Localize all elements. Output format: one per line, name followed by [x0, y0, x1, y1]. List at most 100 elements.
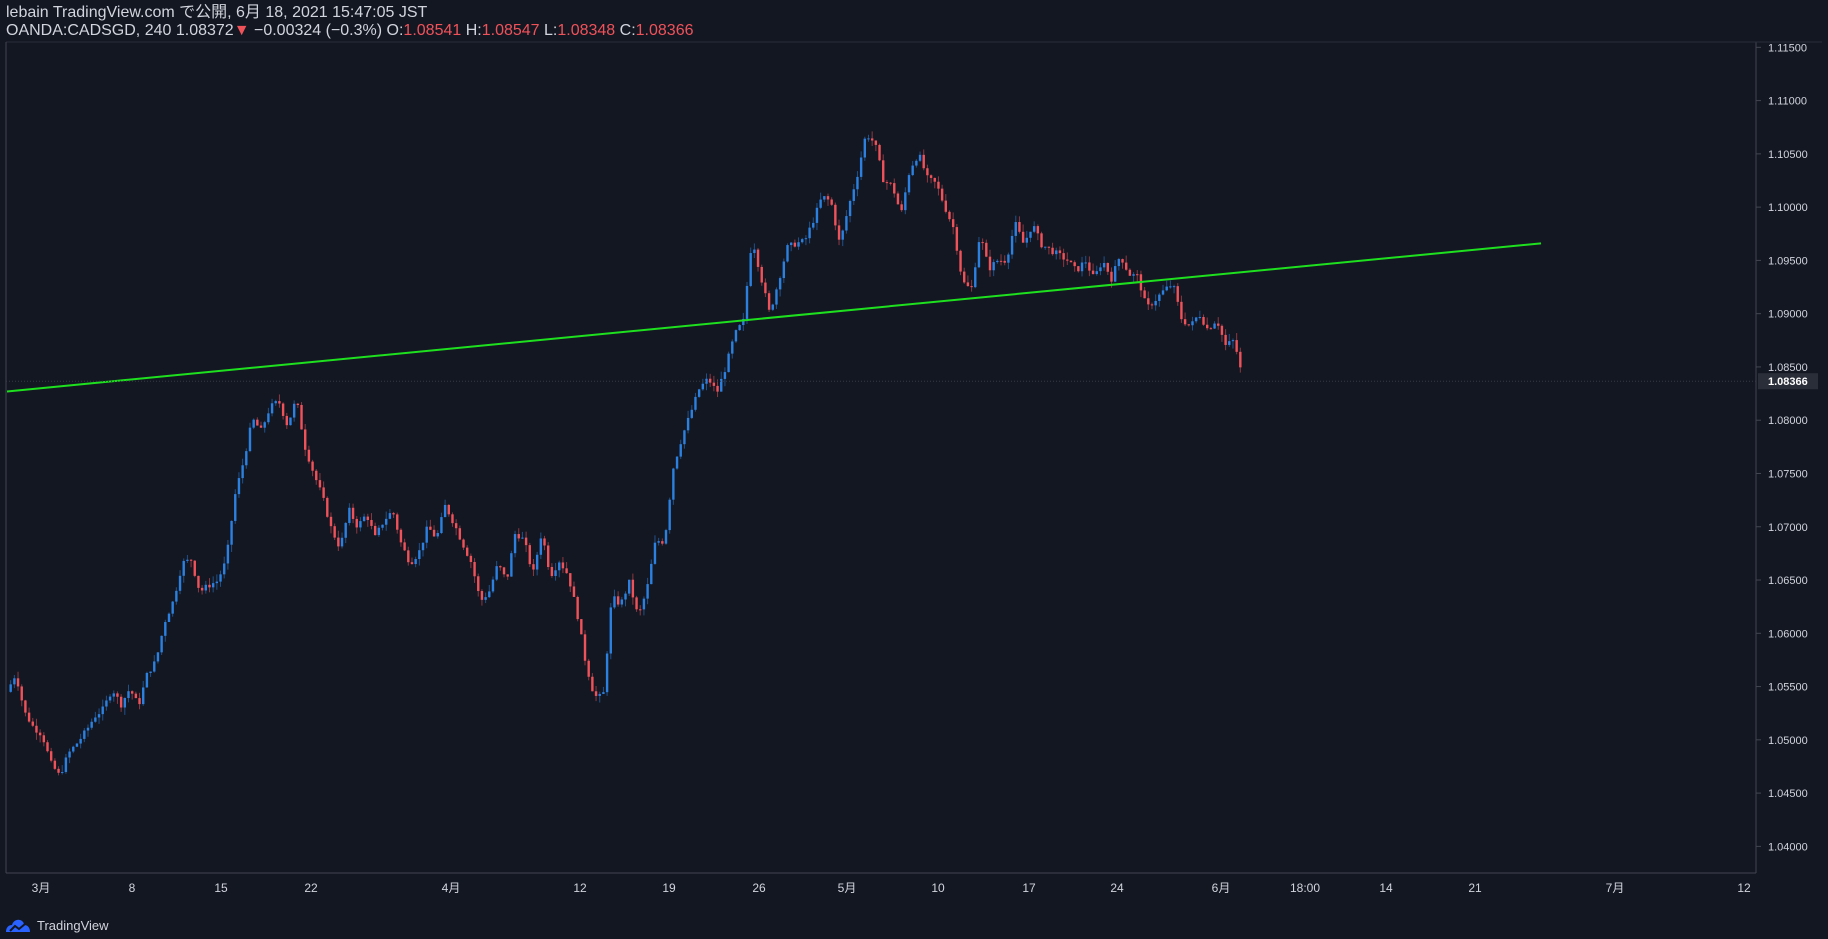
candle-body	[1062, 253, 1065, 260]
candle-body	[134, 693, 138, 699]
price-chart[interactable]: 1.08366 1.11500 1.11000 1.10500 1.10000 1.09…	[0, 0, 1828, 939]
candle-body	[329, 516, 333, 527]
candle-body	[86, 727, 90, 731]
time-tick-label: 21	[1468, 881, 1482, 895]
candle-body	[1055, 250, 1058, 255]
candle-body	[20, 686, 23, 701]
candle-body	[819, 199, 822, 208]
candle-body	[786, 245, 789, 262]
down-arrow-icon: ▼	[233, 22, 250, 39]
candle-body	[462, 539, 465, 548]
candle-body	[219, 574, 222, 582]
candle-body	[576, 596, 579, 620]
close-value: 1.08366	[635, 22, 694, 39]
brand-label: TradingView	[37, 918, 109, 933]
candle-body	[646, 584, 649, 599]
candle-body	[771, 304, 774, 310]
candle-body	[436, 533, 439, 537]
candle-body	[175, 590, 178, 602]
candle-body	[845, 216, 848, 231]
candle-body	[749, 253, 752, 286]
candle-body	[167, 613, 171, 623]
candle-body	[848, 200, 852, 217]
candle-body	[211, 583, 215, 588]
candle-body	[1088, 262, 1091, 271]
candle-body	[602, 692, 605, 694]
candle-body	[532, 564, 535, 570]
candle-body	[75, 743, 79, 747]
candle-body	[469, 555, 473, 562]
candle-body	[933, 177, 936, 182]
time-tick-label: 26	[752, 881, 766, 895]
candle-body	[1084, 262, 1087, 264]
candle-body	[458, 528, 462, 540]
candle-body	[1235, 340, 1238, 352]
candle-body	[160, 635, 163, 653]
candle-body	[668, 499, 671, 531]
candle-body	[1143, 290, 1146, 299]
candle-body	[907, 175, 911, 193]
candle-body	[1066, 259, 1069, 261]
candle-body	[403, 542, 406, 551]
candle-body	[528, 545, 531, 565]
time-tick-label: 12	[1737, 881, 1751, 895]
candle-body	[782, 261, 786, 279]
candle-body	[256, 419, 259, 426]
candle-body	[1110, 271, 1113, 282]
candle-body	[270, 403, 274, 414]
candle-body	[326, 497, 329, 517]
candle-body	[127, 691, 130, 699]
candle-body	[1228, 341, 1231, 345]
candle-body	[985, 242, 988, 257]
candle-body	[1132, 274, 1135, 276]
candle-body	[83, 730, 86, 739]
candle-body	[837, 225, 841, 240]
candle-body	[517, 534, 520, 539]
plot-area[interactable]	[6, 42, 1756, 873]
candle-body	[1007, 254, 1010, 263]
candle-body	[259, 425, 263, 428]
candle-body	[245, 451, 248, 466]
candle-body	[466, 547, 469, 556]
candle-body	[1165, 286, 1168, 291]
candle-body	[734, 330, 738, 342]
candle-body	[24, 700, 27, 713]
price-tick-label: 1.11000	[1768, 96, 1807, 108]
candle-body	[650, 563, 653, 585]
candle-body	[594, 691, 598, 696]
candle-body	[524, 537, 528, 546]
candle-body	[46, 742, 49, 752]
candle-body	[1198, 316, 1202, 318]
candle-body	[1051, 247, 1054, 255]
candle-body	[200, 587, 204, 591]
time-axis[interactable]: 3月 8 15 22 4月 12 19 26 5月 10 17 24 6月 18:00 14 21 7月 12	[32, 881, 1751, 895]
candle-body	[664, 530, 668, 544]
price-tick-label: 1.09500	[1768, 255, 1808, 267]
candle-body	[35, 725, 38, 733]
candle-body	[539, 538, 543, 555]
candle-body	[61, 772, 64, 774]
time-tick-label: 18:00	[1290, 881, 1320, 895]
candle-body	[414, 558, 417, 565]
candle-body	[789, 242, 793, 246]
candle-body	[922, 154, 925, 169]
high-label: H:	[465, 22, 482, 39]
candle-body	[745, 285, 749, 319]
candle-body	[598, 693, 601, 696]
candle-body	[506, 574, 509, 577]
candle-body	[679, 444, 682, 457]
candle-body	[911, 165, 914, 176]
candle-body	[348, 507, 351, 523]
candle-body	[731, 341, 734, 354]
price-tick-label: 1.05000	[1768, 735, 1808, 747]
price-axis[interactable]: 1.11500 1.11000 1.10500 1.10000 1.09500 1.090…	[1756, 42, 1808, 853]
footer-brand[interactable]: TradingView	[5, 918, 109, 933]
candle-body	[407, 550, 410, 563]
candle-body	[1014, 222, 1017, 236]
candle-body	[105, 700, 108, 707]
candle-body	[252, 419, 255, 428]
chart-header: lebain TradingView.com で公開, 6月 18, 2021 …	[6, 4, 694, 40]
candle-body	[546, 545, 550, 568]
candle-body	[289, 417, 292, 426]
last-price-label: 1.08366	[1768, 376, 1808, 388]
